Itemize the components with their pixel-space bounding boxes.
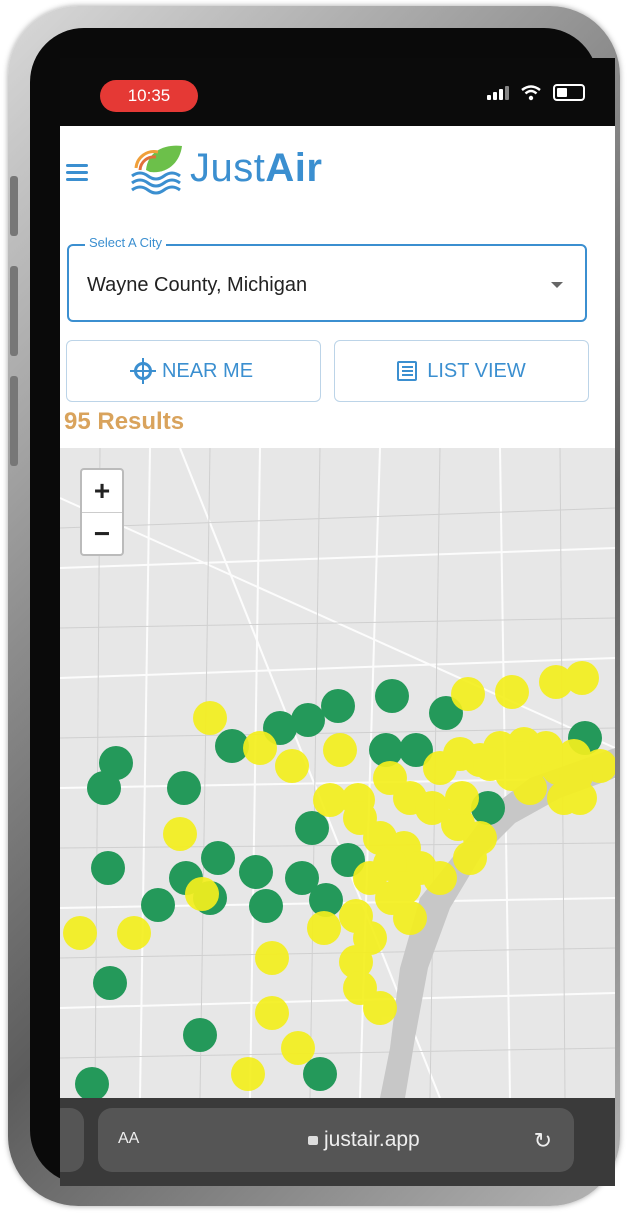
map-marker-moderate[interactable] xyxy=(495,675,529,709)
map-marker-good[interactable] xyxy=(75,1067,109,1098)
justair-logo-icon xyxy=(131,145,182,195)
map-marker-good[interactable] xyxy=(87,771,121,805)
map-marker-moderate[interactable] xyxy=(275,749,309,783)
map-marker-moderate[interactable] xyxy=(231,1057,265,1091)
map-marker-good[interactable] xyxy=(183,1018,217,1052)
map-marker-good[interactable] xyxy=(249,889,283,923)
map-marker-moderate[interactable] xyxy=(529,731,563,765)
status-bar: 10:35 xyxy=(60,58,615,126)
reload-icon[interactable]: ↻ xyxy=(534,1128,552,1154)
map-marker-moderate[interactable] xyxy=(513,771,547,805)
map-marker-good[interactable] xyxy=(93,966,127,1000)
map-marker-moderate[interactable] xyxy=(559,759,593,793)
map-marker-moderate[interactable] xyxy=(473,747,507,781)
map-marker-moderate[interactable] xyxy=(451,677,485,711)
map-marker-good[interactable] xyxy=(91,851,125,885)
url-display: justair.app xyxy=(308,1128,420,1152)
previous-tab-pill[interactable] xyxy=(60,1108,84,1172)
reader-text-size-button[interactable]: AA xyxy=(118,1130,139,1148)
battery-icon xyxy=(553,84,585,101)
status-icons xyxy=(487,84,585,101)
near-me-button[interactable]: NEAR ME xyxy=(66,340,321,402)
volume-down-button xyxy=(10,376,18,466)
map-marker-moderate[interactable] xyxy=(453,841,487,875)
map-marker-moderate[interactable] xyxy=(255,996,289,1030)
wifi-icon xyxy=(521,84,541,100)
list-view-label: LIST VIEW xyxy=(427,359,526,382)
signal-icon xyxy=(487,85,509,100)
app-header: JustAir xyxy=(60,126,615,226)
map-marker-good[interactable] xyxy=(141,888,175,922)
logo-text-air: Air xyxy=(265,146,323,190)
map-marker-moderate[interactable] xyxy=(163,817,197,851)
dropdown-caret-icon xyxy=(551,282,563,288)
map-marker-moderate[interactable] xyxy=(185,877,219,911)
results-count: 95 Results xyxy=(64,408,185,435)
map-marker-moderate[interactable] xyxy=(243,731,277,765)
map-canvas[interactable] xyxy=(60,448,615,1098)
zoom-out-button[interactable]: − xyxy=(82,513,122,555)
map-marker-good[interactable] xyxy=(239,855,273,889)
address-bar[interactable]: AA justair.app ↻ xyxy=(98,1108,574,1172)
zoom-in-button[interactable]: + xyxy=(82,470,122,513)
map-marker-good[interactable] xyxy=(303,1057,337,1091)
near-me-label: NEAR ME xyxy=(161,359,254,382)
map-marker-good[interactable] xyxy=(201,841,235,875)
map-marker-moderate[interactable] xyxy=(387,871,421,905)
map-marker-good[interactable] xyxy=(321,689,355,723)
map-marker-moderate[interactable] xyxy=(307,911,341,945)
map-marker-moderate[interactable] xyxy=(117,916,151,950)
map-marker-good[interactable] xyxy=(295,811,329,845)
map-marker-moderate[interactable] xyxy=(565,661,599,695)
map-marker-moderate[interactable] xyxy=(193,701,227,735)
city-select-value: Wayne County, Michigan xyxy=(87,274,308,296)
list-icon xyxy=(397,361,418,381)
map-marker-moderate[interactable] xyxy=(323,733,357,767)
map-marker-moderate[interactable] xyxy=(363,991,397,1025)
safari-toolbar: AA justair.app ↻ xyxy=(60,1098,615,1186)
map-marker-moderate[interactable] xyxy=(281,1031,315,1065)
city-select[interactable]: Select A City Wayne County, Michigan xyxy=(67,235,587,322)
map-marker-moderate[interactable] xyxy=(423,861,457,895)
status-time: 10:35 xyxy=(100,80,198,112)
mute-switch xyxy=(10,176,18,236)
list-view-button[interactable]: LIST VIEW xyxy=(334,340,589,402)
phone-screen: 10:35 JustAir Select A City Wayne County… xyxy=(60,58,615,1186)
logo-text-just: Just xyxy=(190,146,266,190)
url-text: justair.app xyxy=(324,1128,420,1151)
crosshair-icon xyxy=(129,358,156,384)
lock-icon xyxy=(308,1136,318,1145)
map-marker-moderate[interactable] xyxy=(255,941,289,975)
map-marker-good[interactable] xyxy=(375,679,409,713)
map-marker-moderate[interactable] xyxy=(63,916,97,950)
city-select-label: Select A City xyxy=(85,235,166,250)
map-marker-moderate[interactable] xyxy=(393,901,427,935)
app-logo-text: JustAir xyxy=(190,146,322,191)
hamburger-menu-icon[interactable] xyxy=(66,164,88,185)
map-marker-moderate[interactable] xyxy=(445,781,479,815)
volume-up-button xyxy=(10,266,18,356)
map-marker-good[interactable] xyxy=(167,771,201,805)
map-zoom-control: + − xyxy=(80,468,124,556)
air-quality-map[interactable]: + − xyxy=(60,448,615,1098)
